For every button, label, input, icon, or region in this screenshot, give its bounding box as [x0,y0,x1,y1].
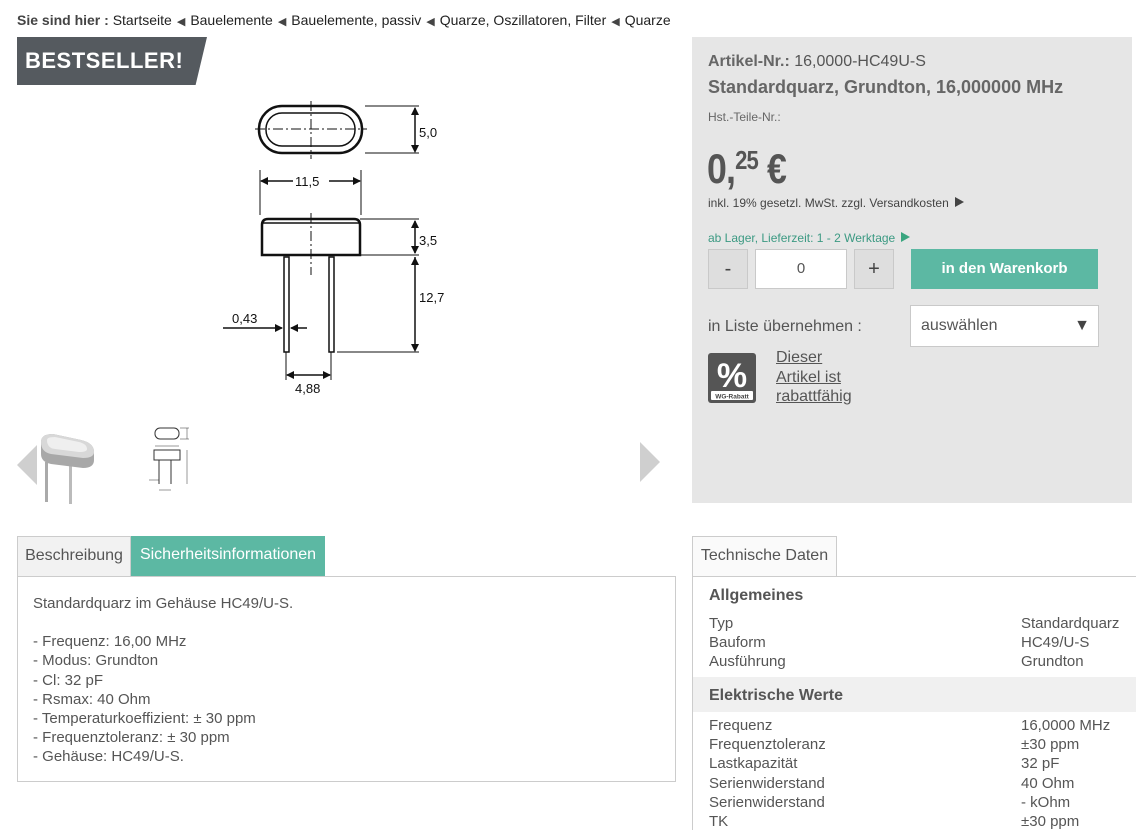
quantity-increase-button[interactable]: + [854,249,894,289]
product-title: Standardquarz, Grundton, 16,000000 MHz [708,77,1064,97]
tech-row: TK ±30 ppm [709,812,1080,830]
bestseller-badge: BESTSELLER! [17,37,207,85]
breadcrumb-separator-icon: ◀ [277,16,287,28]
description-panel: Standardquarz im Gehäuse HC49/U-S. - Fre… [17,576,676,782]
dim-height-label: 5,0 [419,125,437,140]
dim-body-label: 3,5 [419,233,437,248]
description-intro: Standardquarz im Gehäuse HC49/U-S. [33,595,294,612]
quantity-decrease-button[interactable]: - [708,249,748,289]
breadcrumb-item-bauelemente[interactable]: Bauelemente [190,12,273,28]
thumbnail-carousel [17,418,662,508]
discount-percent-icon: % WG-Rabatt [708,353,756,403]
price-currency: € [767,145,787,192]
list-select[interactable]: auswählen ▼ [910,305,1099,347]
svg-text:%: % [717,357,747,395]
tech-row: Typ Standardquarz [709,615,1120,632]
breadcrumb-label: Sie sind hier : [17,12,109,28]
tab-sicherheitsinformationen[interactable]: Sicherheitsinformationen [131,536,325,576]
tax-note-text: inkl. 19% gesetzl. MwSt. zzgl. Versandko… [708,196,949,210]
tech-row: Bauform HC49/U-S [709,634,1090,652]
breadcrumb-separator-icon: ◀ [611,16,620,28]
description-item: - Modus: Grundton [33,652,159,670]
tech-row: Frequenz 16,0000 MHz [709,717,1111,734]
breadcrumb-item-quarze-oszillatoren[interactable]: Quarze, Oszillatoren, Filter [440,12,607,28]
list-select-value: auswählen [921,317,998,334]
breadcrumb-separator-icon: ◀ [176,16,186,28]
tech-group-general: Allgemeines Typ Standardquarz Bauform HC49… [693,577,1136,677]
quantity-input[interactable]: 0 [755,249,847,289]
tech-group-title: Elektrische Werte [709,687,843,704]
breadcrumb-item-passiv[interactable]: Bauelemente, passiv [291,12,421,28]
breadcrumb: Sie sind hier : Startseite ◀ Bauelemente ◀ B… [17,12,671,28]
tech-row: Serienwiderstand 40 Ohm [709,774,1075,792]
discount-eligible-link[interactable]: Dieser Artikel ist rabattfähig [776,348,866,407]
tab-beschreibung[interactable]: Beschreibung [17,536,131,576]
tech-row: Lastkapazität 32 pF [709,755,1060,773]
tech-row: Frequenztoleranz ±30 ppm [709,736,1080,754]
dim-leads-label: 12,7 [419,290,444,305]
article-number-label: Artikel-Nr.: [708,53,790,70]
price-main: 0, [707,145,736,192]
price-cents: 25 [735,145,759,175]
tech-group-title: Allgemeines [709,587,804,604]
breadcrumb-item-quarze[interactable]: Quarze [625,12,671,28]
description-item: - Cl: 32 pF [33,671,104,689]
article-number-value: 16,0000-HC49U-S [794,53,926,70]
arrow-right-icon [901,232,911,242]
description-item: - Rsmax: 40 Ohm [33,690,151,708]
stock-status[interactable]: ab Lager, Lieferzeit: 1 - 2 Werktage [708,231,911,245]
thumbnail-drawing[interactable] [147,424,207,504]
tech-row: Serienwiderstand - kOhm [709,793,1071,811]
tech-data-panel: Allgemeines Typ Standardquarz Bauform HC49… [692,576,1136,830]
breadcrumb-item-startseite[interactable]: Startseite [113,12,172,28]
arrow-right-icon [954,197,964,207]
add-to-list-label: in Liste übernehmen : [708,318,862,335]
buy-box: Artikel-Nr.: 16,0000-HC49U-S Standardqua… [692,37,1132,503]
breadcrumb-separator-icon: ◀ [426,16,435,28]
dim-lead-dia-label: 0,43 [232,311,257,326]
price: 0,25 € [707,145,787,193]
description-item: - Temperaturkoeffizient: ± 30 ppm [33,710,256,728]
article-number: Artikel-Nr.: 16,0000-HC49U-S [708,53,926,71]
dim-pitch-label: 4,88 [295,381,320,396]
stock-status-text: ab Lager, Lieferzeit: 1 - 2 Werktage [708,231,896,245]
tech-row: Ausführung Grundton [709,653,1084,671]
dim-width-label: 11,5 [295,174,319,189]
manufacturer-part-label: Hst.-Teile-Nr.: [708,110,781,124]
product-drawing[interactable]: 5,0 11,5 3,5 12,7 0,43 4,88 [215,95,455,400]
tax-note[interactable]: inkl. 19% gesetzl. MwSt. zzgl. Versandko… [708,196,964,210]
svg-text:WG-Rabatt: WG-Rabatt [715,394,749,401]
description-item: - Gehäuse: HC49/U-S. [33,748,184,766]
description-item: - Frequenz: 16,00 MHz [33,633,187,651]
carousel-next-arrow-icon[interactable] [640,442,660,482]
tab-technische-daten[interactable]: Technische Daten [692,536,837,576]
thumbnail-photo[interactable] [39,424,99,504]
tech-group-electrical: Elektrische Werte Frequenz 16,0000 MHz Fr… [693,677,1136,830]
description-item: - Frequenztoleranz: ± 30 ppm [33,729,230,747]
dropdown-arrow-icon: ▼ [1074,317,1090,334]
add-to-cart-button[interactable]: in den Warenkorb [911,249,1098,289]
carousel-prev-arrow-icon[interactable] [17,445,37,485]
